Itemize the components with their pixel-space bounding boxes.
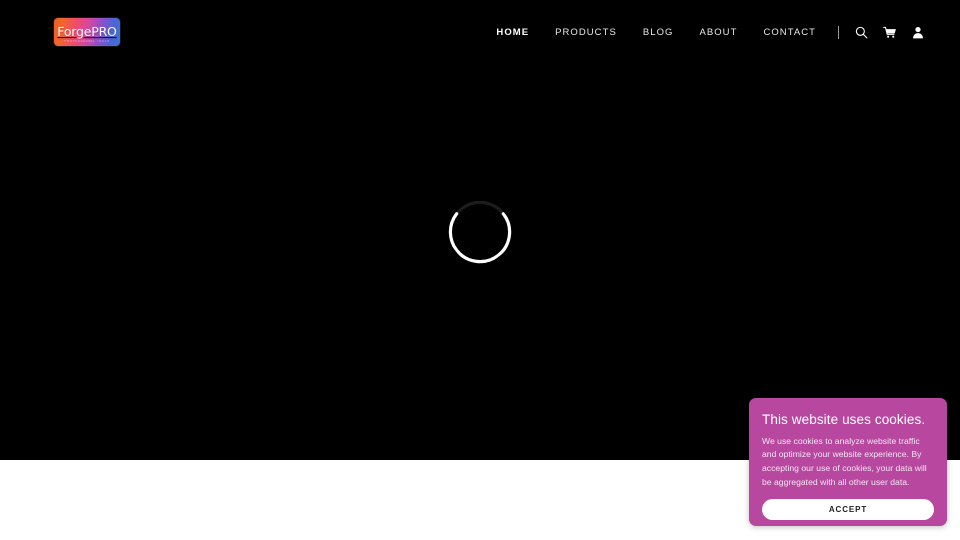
cart-icon[interactable] bbox=[879, 22, 900, 43]
cookie-banner-title: This website uses cookies. bbox=[762, 412, 926, 427]
hero-section: ForgePRO PROFESSIONAL TOOLS HOME PRODUCT… bbox=[0, 0, 960, 460]
logo-text: ForgePRO bbox=[57, 23, 117, 39]
nav-item-contact[interactable]: CONTACT bbox=[750, 23, 829, 42]
account-icon[interactable] bbox=[907, 22, 928, 43]
nav-divider bbox=[838, 25, 839, 39]
cookie-consent-banner: This website uses cookies. We use cookie… bbox=[749, 398, 947, 526]
loading-overlay bbox=[0, 0, 960, 460]
logo-subtext: PROFESSIONAL TOOLS bbox=[64, 39, 110, 43]
page-root: ForgePRO PROFESSIONAL TOOLS HOME PRODUCT… bbox=[0, 0, 960, 540]
nav-item-about[interactable]: ABOUT bbox=[686, 23, 750, 42]
nav-item-blog[interactable]: BLOG bbox=[630, 23, 687, 42]
search-icon[interactable] bbox=[851, 22, 872, 43]
cookie-banner-body: We use cookies to analyze website traffi… bbox=[762, 435, 927, 488]
nav-item-products[interactable]: PRODUCTS bbox=[542, 23, 630, 42]
site-logo[interactable]: ForgePRO PROFESSIONAL TOOLS bbox=[54, 18, 120, 46]
nav-item-home[interactable]: HOME bbox=[483, 23, 542, 42]
main-navigation: HOME PRODUCTS BLOG ABOUT CONTACT bbox=[483, 22, 928, 43]
cookie-accept-button[interactable]: ACCEPT bbox=[762, 499, 934, 521]
site-header: ForgePRO PROFESSIONAL TOOLS HOME PRODUCT… bbox=[0, 0, 960, 64]
loading-spinner bbox=[448, 200, 512, 263]
